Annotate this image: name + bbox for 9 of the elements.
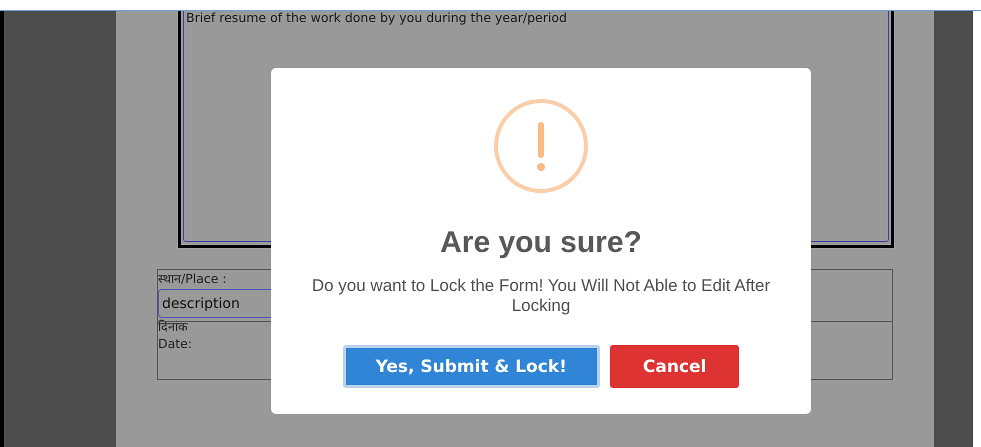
date-label: Date: xyxy=(158,335,192,352)
cancel-button[interactable]: Cancel xyxy=(610,345,740,388)
warning-icon xyxy=(493,98,589,194)
dialog-title: Are you sure? xyxy=(440,226,642,260)
date-label-hindi: दिनांक xyxy=(158,318,188,335)
place-label: स्थान/Place : xyxy=(158,270,227,287)
dialog-message: Do you want to Lock the Form! You Will Not Able to Edit After Locking xyxy=(310,276,772,316)
confirm-button[interactable]: Yes, Submit & Lock! xyxy=(342,345,600,388)
resume-text: Brief resume of the work done by you during the year/period xyxy=(185,11,568,25)
